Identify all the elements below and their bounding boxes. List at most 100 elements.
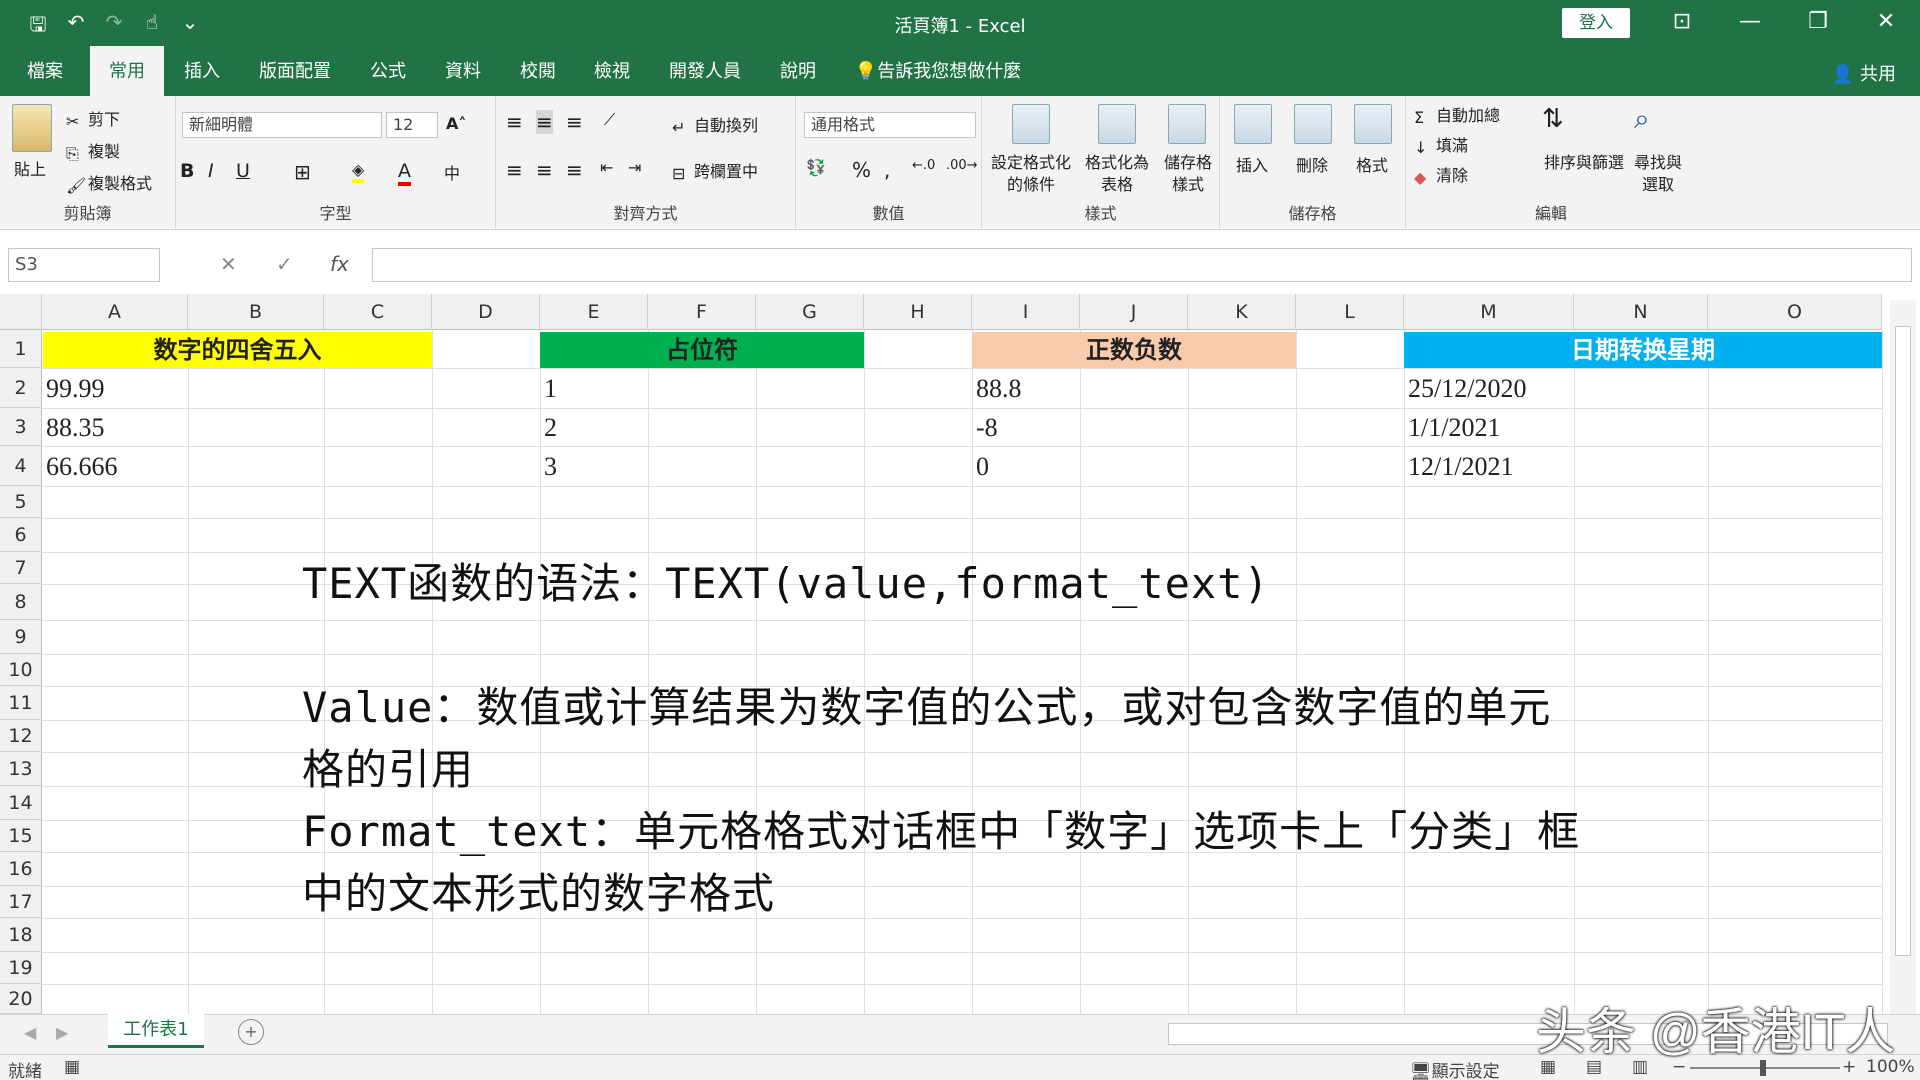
- percent-button[interactable]: %: [852, 158, 871, 182]
- currency-icon[interactable]: 💱: [806, 158, 826, 177]
- row-header[interactable]: 1: [0, 330, 42, 368]
- fill-button[interactable]: ↓ 填滿: [1414, 132, 1468, 157]
- decrease-decimal-icon[interactable]: .00→: [946, 158, 978, 173]
- formula-input[interactable]: [372, 248, 1912, 282]
- tab-formulas[interactable]: 公式: [358, 46, 418, 96]
- close-icon[interactable]: ✕: [1852, 0, 1920, 46]
- conditional-format-button[interactable]: 設定格式化的條件: [988, 152, 1074, 196]
- sort-filter-icon[interactable]: ⇅: [1542, 104, 1564, 134]
- tab-home[interactable]: 常用: [90, 46, 164, 96]
- header-cell-date-weekday[interactable]: 日期转换星期: [1404, 332, 1882, 368]
- tab-help[interactable]: 說明: [768, 46, 828, 96]
- cell-styles-icon[interactable]: [1168, 104, 1206, 144]
- autosum-button[interactable]: Σ 自動加總: [1414, 102, 1500, 127]
- cell-e4[interactable]: 3: [544, 452, 557, 482]
- paste-button[interactable]: 貼上: [14, 156, 46, 180]
- row-header[interactable]: 6: [0, 518, 42, 552]
- column-header[interactable]: H: [864, 294, 972, 330]
- header-cell-placeholder[interactable]: 占位符: [540, 332, 864, 368]
- align-bottom-icon[interactable]: ≡: [566, 110, 583, 134]
- cell-a4[interactable]: 66.666: [46, 452, 118, 482]
- bold-button[interactable]: B: [180, 160, 194, 182]
- column-header[interactable]: A: [42, 294, 188, 330]
- number-format-box[interactable]: 通用格式: [804, 112, 976, 138]
- column-header[interactable]: N: [1574, 294, 1708, 330]
- row-header[interactable]: 7: [0, 552, 42, 584]
- cell-a2[interactable]: 99.99: [46, 374, 105, 404]
- tell-me-search[interactable]: 💡告訴我您想做什麼: [850, 46, 1026, 96]
- row-header[interactable]: 8: [0, 584, 42, 620]
- vertical-scroll-thumb[interactable]: [1895, 326, 1911, 956]
- row-header[interactable]: 16: [0, 852, 42, 886]
- column-header[interactable]: L: [1296, 294, 1404, 330]
- row-header[interactable]: 20: [0, 984, 42, 1014]
- orientation-icon[interactable]: ⟋: [604, 110, 615, 130]
- format-cells-icon[interactable]: [1354, 104, 1392, 144]
- row-header[interactable]: 15: [0, 820, 42, 852]
- select-all-corner[interactable]: [0, 294, 42, 330]
- sheet-tab[interactable]: 工作表1: [108, 1014, 204, 1048]
- cut-button[interactable]: ✂ 剪下: [66, 106, 120, 131]
- row-header[interactable]: 10: [0, 654, 42, 686]
- row-header[interactable]: 9: [0, 620, 42, 654]
- increase-decimal-icon[interactable]: ←.0: [912, 158, 935, 173]
- cell-e2[interactable]: 1: [544, 374, 557, 404]
- row-header[interactable]: 12: [0, 720, 42, 752]
- cell-i4[interactable]: 0: [976, 452, 989, 482]
- underline-button[interactable]: U: [236, 160, 250, 182]
- phonetic-icon[interactable]: 中: [444, 160, 460, 184]
- tab-data[interactable]: 資料: [433, 46, 493, 96]
- share-button[interactable]: 👤 共用: [1832, 60, 1896, 86]
- tab-page-layout[interactable]: 版面配置: [248, 46, 342, 96]
- clear-button[interactable]: ◆ 清除: [1414, 162, 1468, 187]
- column-header[interactable]: M: [1404, 294, 1574, 330]
- font-name-box[interactable]: 新細明體: [182, 112, 382, 138]
- column-header[interactable]: E: [540, 294, 648, 330]
- column-header[interactable]: G: [756, 294, 864, 330]
- enter-entry-icon[interactable]: ✓: [276, 252, 293, 276]
- name-box[interactable]: S3: [8, 248, 160, 282]
- row-header[interactable]: 19: [0, 952, 42, 984]
- font-color-button[interactable]: A: [398, 160, 411, 186]
- column-header[interactable]: O: [1708, 294, 1882, 330]
- tab-file[interactable]: 檔案: [10, 46, 80, 96]
- column-header[interactable]: J: [1080, 294, 1188, 330]
- insert-cells-button[interactable]: 插入: [1236, 152, 1268, 176]
- increase-indent-icon[interactable]: ⇥: [628, 158, 641, 177]
- cell-m3[interactable]: 1/1/2021: [1408, 413, 1500, 443]
- row-header[interactable]: 3: [0, 408, 42, 446]
- column-header[interactable]: D: [432, 294, 540, 330]
- cell-styles-button[interactable]: 儲存格樣式: [1158, 152, 1218, 196]
- cell-m4[interactable]: 12/1/2021: [1408, 452, 1513, 482]
- conditional-format-icon[interactable]: [1012, 104, 1050, 144]
- format-as-table-button[interactable]: 格式化為表格: [1078, 152, 1156, 196]
- row-header[interactable]: 13: [0, 752, 42, 786]
- ribbon-display-icon[interactable]: ⊡: [1648, 0, 1716, 46]
- insert-function-icon[interactable]: fx: [330, 252, 349, 276]
- cell-i2[interactable]: 88.8: [976, 374, 1022, 404]
- merge-center-button[interactable]: ⊟ 跨欄置中: [672, 158, 758, 183]
- insert-cells-icon[interactable]: [1234, 104, 1272, 144]
- row-header[interactable]: 2: [0, 368, 42, 408]
- column-header[interactable]: K: [1188, 294, 1296, 330]
- header-cell-rounding[interactable]: 数字的四舍五入: [43, 332, 432, 368]
- cancel-entry-icon[interactable]: ✕: [220, 252, 237, 276]
- align-right-icon[interactable]: ≡: [566, 158, 583, 182]
- format-cells-button[interactable]: 格式: [1356, 152, 1388, 176]
- macro-record-icon[interactable]: ▦: [64, 1057, 80, 1077]
- format-painter-button[interactable]: 🖌 複製格式: [66, 170, 152, 195]
- wrap-text-button[interactable]: ↵ 自動換列: [672, 112, 758, 137]
- tab-view[interactable]: 檢視: [582, 46, 642, 96]
- cell-e3[interactable]: 2: [544, 413, 557, 443]
- row-header[interactable]: 17: [0, 886, 42, 918]
- delete-cells-button[interactable]: 刪除: [1296, 152, 1328, 176]
- align-top-icon[interactable]: ≡: [506, 110, 523, 134]
- font-size-box[interactable]: 12: [386, 112, 438, 138]
- cell-i3[interactable]: -8: [976, 413, 998, 443]
- format-table-icon[interactable]: [1098, 104, 1136, 144]
- row-header[interactable]: 4: [0, 446, 42, 486]
- minimize-icon[interactable]: —: [1716, 0, 1784, 46]
- restore-icon[interactable]: ❐: [1784, 0, 1852, 46]
- tab-developer[interactable]: 開發人員: [658, 46, 752, 96]
- add-sheet-button[interactable]: +: [238, 1019, 264, 1045]
